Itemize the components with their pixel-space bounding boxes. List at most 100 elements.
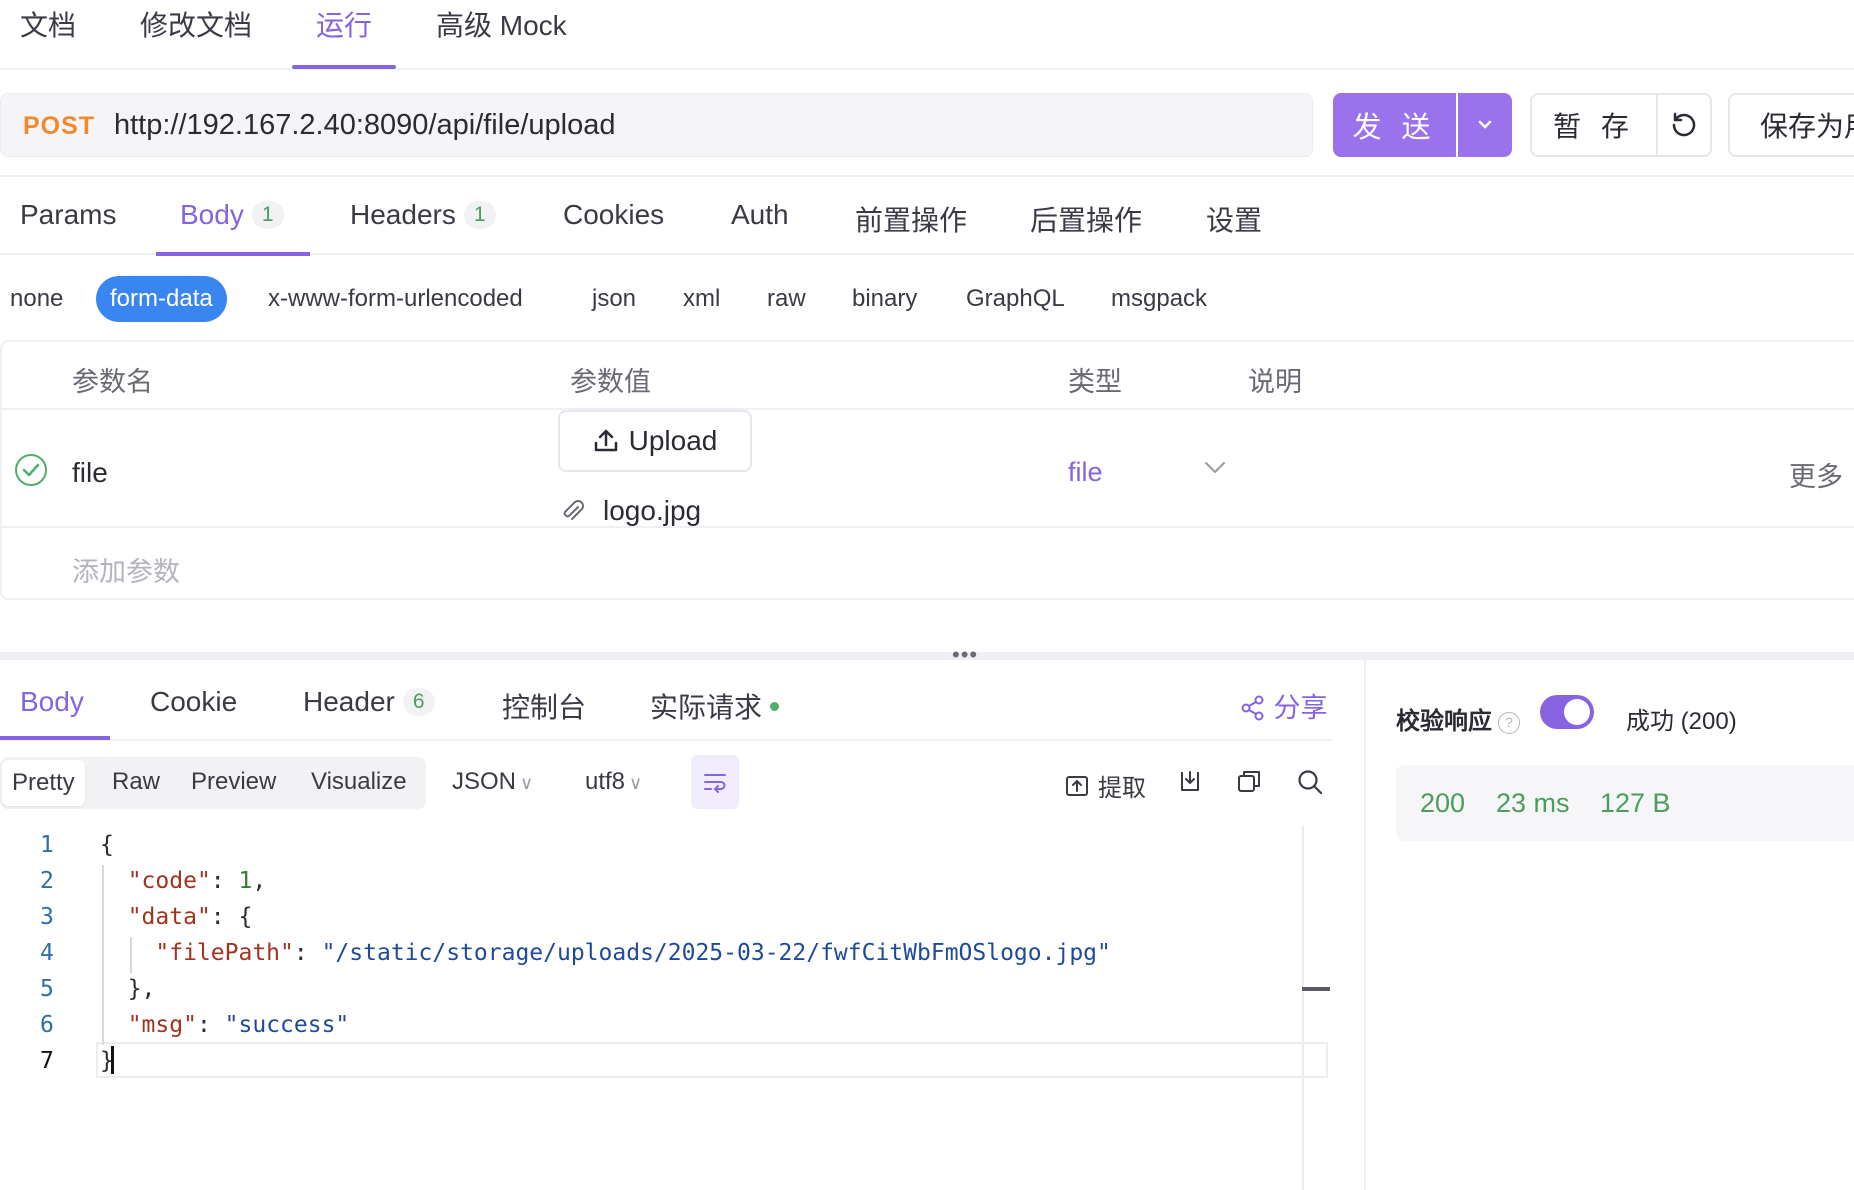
tab-settings[interactable]: 设置 (1206, 199, 1262, 239)
code-line: { (100, 832, 114, 858)
upload-button[interactable]: Upload (558, 410, 752, 472)
share-icon (1241, 695, 1264, 721)
body-type-urlencoded[interactable]: x-www-form-urlencoded (268, 285, 523, 313)
tab-headers-label: Headers (350, 199, 456, 230)
view-mode-segment: Pretty Raw Preview Visualize (0, 757, 426, 809)
request-tab-bar: Params Body 1 Headers 1 Cookies Auth 前置操作 … (0, 175, 1854, 256)
code-line: "msg": "success" (127, 1012, 350, 1038)
tab-auth[interactable]: Auth (731, 199, 789, 231)
chevron-down-icon: ∨ (520, 773, 534, 793)
body-type-binary[interactable]: binary (852, 285, 917, 313)
format-value: JSON (452, 768, 517, 795)
tab-body[interactable]: Body 1 (180, 199, 284, 231)
body-count-badge: 1 (251, 201, 284, 229)
tab-docs[interactable]: 文档 (20, 4, 76, 44)
view-raw[interactable]: Raw (112, 768, 160, 796)
save-temp-button[interactable]: 暂 存 (1530, 93, 1658, 157)
encoding-value: utf8 (585, 768, 626, 795)
http-method[interactable]: POST (23, 112, 95, 141)
response-stats: 200 23 ms 127 B (1396, 765, 1854, 841)
json-key: "msg" (127, 1012, 197, 1038)
tab-post-ops[interactable]: 后置操作 (1030, 199, 1142, 239)
more-button[interactable]: 更多 (1789, 455, 1843, 494)
tab-advanced-mock[interactable]: 高级 Mock (436, 4, 567, 44)
copy-icon[interactable] (1236, 768, 1262, 799)
help-icon[interactable]: ? (1498, 712, 1520, 734)
view-visualize[interactable]: Visualize (311, 768, 407, 796)
tab-body-label: Body (180, 199, 244, 230)
tab-headers[interactable]: Headers 1 (350, 199, 496, 231)
line-number: 7 (40, 1048, 54, 1074)
share-label: 分享 (1273, 693, 1328, 723)
param-name-field[interactable]: file (72, 457, 108, 489)
line-number: 2 (40, 868, 54, 894)
tab-run[interactable]: 运行 (316, 4, 372, 44)
active-tab-indicator (0, 736, 110, 740)
active-tab-indicator (292, 65, 396, 69)
send-button[interactable]: 发 送 (1333, 93, 1456, 157)
resp-tab-console[interactable]: 控制台 (502, 686, 586, 726)
share-button[interactable]: 分享 (1240, 686, 1328, 725)
scrollbar[interactable] (1302, 825, 1304, 1190)
line-number: 1 (40, 832, 54, 858)
validate-toggle[interactable] (1540, 695, 1594, 729)
enabled-check-icon[interactable] (15, 454, 47, 486)
chevron-down-icon[interactable] (1204, 455, 1226, 481)
body-type-none[interactable]: none (10, 285, 63, 313)
col-header-value: 参数值 (570, 367, 651, 397)
scrollbar-thumb[interactable] (1302, 987, 1330, 991)
resp-tab-header-label: Header (303, 686, 395, 717)
view-pretty[interactable]: Pretty (2, 760, 85, 806)
row-divider (2, 408, 1854, 410)
view-preview[interactable]: Preview (191, 768, 276, 796)
top-tab-bar: 文档 修改文档 运行 高级 Mock (0, 0, 1854, 70)
add-param-input[interactable]: 添加参数 (72, 550, 180, 589)
chevron-down-icon (1478, 120, 1492, 129)
tab-divider (0, 739, 1332, 741)
uploaded-filename[interactable]: logo.jpg (603, 495, 701, 527)
url-input[interactable]: http://192.167.2.40:8090/api/file/upload (114, 109, 615, 142)
download-icon[interactable] (1177, 768, 1203, 799)
search-icon[interactable] (1296, 768, 1324, 801)
body-type-form-data[interactable]: form-data (96, 276, 227, 322)
text-cursor (111, 1046, 114, 1074)
chevron-down-icon: ∨ (629, 773, 643, 793)
wrap-icon (704, 774, 726, 793)
resp-tab-header[interactable]: Header 6 (303, 686, 435, 718)
word-wrap-button[interactable] (691, 755, 739, 809)
param-type-select[interactable]: file (1068, 457, 1103, 488)
resp-tab-actual-request[interactable]: 实际请求 (650, 686, 780, 726)
tab-params[interactable]: Params (20, 199, 116, 231)
body-type-graphql[interactable]: GraphQL (966, 285, 1065, 313)
response-code-editor[interactable]: 1 2 3 4 5 6 7 { "code": 1, "data": { "fi… (0, 825, 1332, 1190)
json-string: "success" (224, 1012, 350, 1038)
header-count-badge: 6 (402, 688, 435, 716)
panel-splitter[interactable] (0, 652, 1854, 660)
body-type-msgpack[interactable]: msgpack (1111, 285, 1207, 313)
toggle-knob (1564, 699, 1590, 725)
resp-tab-body[interactable]: Body (20, 686, 84, 718)
tab-edit-docs[interactable]: 修改文档 (140, 4, 252, 44)
json-string: "/static/storage/uploads/2025-03-22/fwfC… (321, 940, 1111, 966)
resp-tab-actual-label: 实际请求 (650, 692, 763, 723)
line-number: 3 (40, 904, 54, 930)
extract-icon (1066, 775, 1088, 796)
save-as-case-button[interactable]: 保存为用 (1728, 93, 1854, 157)
code-line: "data": { (127, 904, 253, 930)
status-dot (770, 702, 780, 711)
extract-button[interactable]: 提取 (1064, 768, 1146, 803)
upload-icon (594, 429, 617, 452)
send-dropdown-button[interactable] (1458, 93, 1512, 157)
tab-pre-ops[interactable]: 前置操作 (855, 199, 967, 239)
url-bar[interactable]: POST http://192.167.2.40:8090/api/file/u… (0, 93, 1313, 157)
reset-button[interactable] (1656, 93, 1712, 157)
body-type-json[interactable]: json (592, 285, 636, 313)
body-type-xml[interactable]: xml (683, 285, 720, 313)
body-type-raw[interactable]: raw (767, 285, 806, 313)
tab-cookies[interactable]: Cookies (563, 199, 664, 231)
format-select[interactable]: JSON ∨ (452, 768, 533, 796)
resp-tab-cookie[interactable]: Cookie (150, 686, 237, 718)
encoding-select[interactable]: utf8 ∨ (585, 768, 642, 796)
drag-handle-icon[interactable]: ••• (952, 642, 978, 668)
upload-label: Upload (628, 425, 718, 456)
